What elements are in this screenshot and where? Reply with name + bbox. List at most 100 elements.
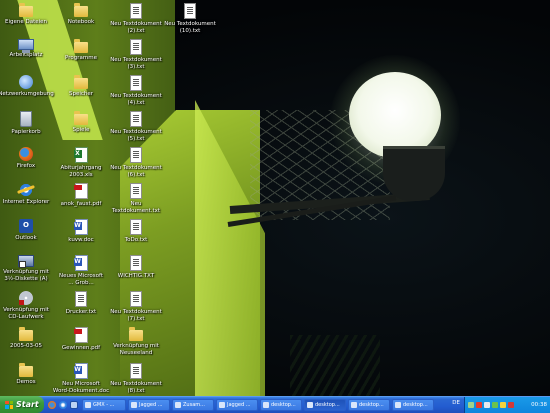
windows-logo-icon <box>5 400 13 409</box>
word-icon <box>73 219 88 235</box>
desktop-icon[interactable]: Arbeitsplatz <box>0 39 57 75</box>
desktop-icon-label: Neu Textdokument (5).txt <box>110 129 162 142</box>
desktop-icon[interactable]: WICHTIG.TXT <box>105 255 167 291</box>
desktop-icon[interactable]: Abiturjahrgang 2003.xls <box>50 147 112 183</box>
folder-icon <box>19 3 33 17</box>
desktop-icon[interactable]: Neu Textdokument (3).txt <box>105 39 167 75</box>
folder-icon <box>74 75 88 89</box>
folder-icon <box>19 327 33 341</box>
text-file-icon <box>130 75 142 91</box>
desktop-icon-label: Verknüpfung mit Neuseeland <box>113 343 159 356</box>
desktop-icon-label: Demos <box>16 379 36 385</box>
text-file-icon <box>130 3 142 19</box>
desktop-icon-label: Verknüpfung mit CD-Laufwerk <box>3 307 49 320</box>
desktop-icon-label: Gewinnen.pdf <box>61 345 101 351</box>
desktop-icon-label: WICHTIG.TXT <box>117 273 155 279</box>
quick-launch-show-desktop-icon[interactable] <box>70 401 78 409</box>
tray-messenger-icon[interactable] <box>492 402 498 408</box>
desktop-icon[interactable]: Neu Textdokument (5).txt <box>105 111 167 147</box>
pdf-icon <box>73 183 88 199</box>
firefox-icon <box>19 147 33 161</box>
taskbar-window-button[interactable]: Jagged ... <box>216 399 258 411</box>
taskbar-window-button[interactable]: desktop... <box>392 399 434 411</box>
desktop-icon[interactable]: Programme <box>50 39 112 75</box>
start-button[interactable]: Start <box>0 396 44 413</box>
text-file-icon <box>130 111 142 127</box>
cd-shortcut-icon <box>19 291 33 305</box>
quick-launch-internet-explorer-icon[interactable] <box>59 401 67 409</box>
desktop-icon-label: Neu Textdokument (6).txt <box>110 165 162 178</box>
recycle-bin-icon <box>20 111 32 127</box>
desktop-icon-label: Outlook <box>15 235 37 241</box>
taskbar-window-button[interactable]: desktop... <box>260 399 302 411</box>
desktop-icon-label: anok_faust.pdf <box>60 201 102 207</box>
desktop-icon[interactable]: Gewinnen.pdf <box>50 327 112 363</box>
desktop-icon-label: Neu Textdokument (4).txt <box>110 93 162 106</box>
desktop-icon-label: Neu Textdokument (3).txt <box>110 57 162 70</box>
quick-launch-firefox-icon[interactable] <box>48 401 56 409</box>
taskbar-window-button[interactable]: GMX - ... <box>82 399 126 411</box>
desktop-icon-label: Abiturjahrgang 2003.xls <box>60 165 102 178</box>
desktop-icon[interactable]: Demos <box>0 363 57 399</box>
desktop-icon-label: Neu Textdokument (7).txt <box>110 309 162 322</box>
desktop-icon[interactable]: 2005-03-05 <box>0 327 57 363</box>
desktop-icon[interactable]: Neu Textdokument.txt <box>105 183 167 219</box>
tray-update-icon[interactable] <box>508 402 514 408</box>
desktop-icon-label: Neu Microsoft Word-Dokument.doc <box>52 381 110 394</box>
taskbar-window-button[interactable]: desktop... <box>348 399 390 411</box>
desktop-icon[interactable]: Verknüpfung mit Neuseeland <box>105 327 167 363</box>
desktop-icon[interactable]: Neu Textdokument (10).txt <box>159 3 221 39</box>
desktop-icon[interactable]: Neu Microsoft Word-Dokument.doc <box>50 363 112 399</box>
desktop-icon[interactable]: Neu Textdokument (6).txt <box>105 147 167 183</box>
desktop-icon[interactable]: Neu Textdokument (8).txt <box>105 363 167 399</box>
word-icon <box>73 363 88 379</box>
desktop-icon[interactable]: Neues Microsoft ... Grob... <box>50 255 112 291</box>
desktop-icon[interactable]: ToDo.txt <box>105 219 167 255</box>
desktop-icon-label: Neues Microsoft ... Grob... <box>58 273 103 286</box>
folder-icon <box>129 327 143 341</box>
desktop-icon[interactable]: Outlook <box>0 219 57 255</box>
desktop-icon-label: 2005-03-05 <box>10 343 42 349</box>
desktop-icon[interactable]: Notebook <box>50 3 112 39</box>
word-icon <box>73 255 88 271</box>
desktop-icon[interactable]: Internet Explorer <box>0 183 57 219</box>
desktop-icon[interactable]: Verknüpfung mit CD-Laufwerk <box>0 291 57 327</box>
tray-volume-icon[interactable] <box>484 402 490 408</box>
desktop-icon[interactable]: anok_faust.pdf <box>50 183 112 219</box>
desktop-icon-label: Netzwerkumgebung <box>0 91 54 97</box>
desktop-icon-label: Internet Explorer <box>2 199 50 205</box>
desktop-icon[interactable]: Neu Textdokument (4).txt <box>105 75 167 111</box>
desktop-icon-label: Eigene Dateien <box>4 19 48 25</box>
desktop-icon[interactable]: Spiele <box>50 111 112 147</box>
desktop-icon[interactable]: Firefox <box>0 147 57 183</box>
text-file-icon <box>130 39 142 55</box>
desktop-icon[interactable]: Neu Textdokument (2).txt <box>105 3 167 39</box>
language-indicator[interactable]: DE <box>452 400 460 406</box>
tray-network-icon[interactable] <box>468 402 474 408</box>
taskbar-window-button[interactable]: Jagged ... <box>128 399 170 411</box>
desktop-icon-label: Notebook <box>67 19 95 25</box>
desktop-icon[interactable]: kuvw.doc <box>50 219 112 255</box>
desktop-icon-label: Verknüpfung mit 3½-Diskette (A) <box>3 269 49 282</box>
taskbar-window-button[interactable]: Zusam... <box>172 399 214 411</box>
text-file-icon <box>130 255 142 271</box>
desktop-icon[interactable]: Drucker.txt <box>50 291 112 327</box>
desktop-icon[interactable]: Speicher <box>50 75 112 111</box>
folder-icon <box>74 3 88 17</box>
desktop-icon[interactable]: Neu Textdokument (7).txt <box>105 291 167 327</box>
folder-icon <box>19 363 33 377</box>
internet-explorer-icon <box>19 183 33 197</box>
computer-icon <box>18 39 34 53</box>
taskbar-window-button[interactable]: desktop... <box>304 399 346 411</box>
desktop-icon[interactable]: Netzwerkumgebung <box>0 75 57 111</box>
desktop-icon[interactable]: Eigene Dateien <box>0 3 57 39</box>
desktop-icon-label: Neu Textdokument (2).txt <box>110 21 162 34</box>
desktop-icon-label: kuvw.doc <box>68 237 94 243</box>
tray-antivirus-icon[interactable] <box>476 402 482 408</box>
start-button-label: Start <box>16 400 39 409</box>
desktop-icon-label: Programme <box>65 55 97 61</box>
tray-security-icon[interactable] <box>500 402 506 408</box>
clock[interactable]: 00:38 <box>531 402 550 408</box>
desktop-icon[interactable]: Papierkorb <box>0 111 57 147</box>
desktop-icon[interactable]: Verknüpfung mit 3½-Diskette (A) <box>0 255 57 291</box>
